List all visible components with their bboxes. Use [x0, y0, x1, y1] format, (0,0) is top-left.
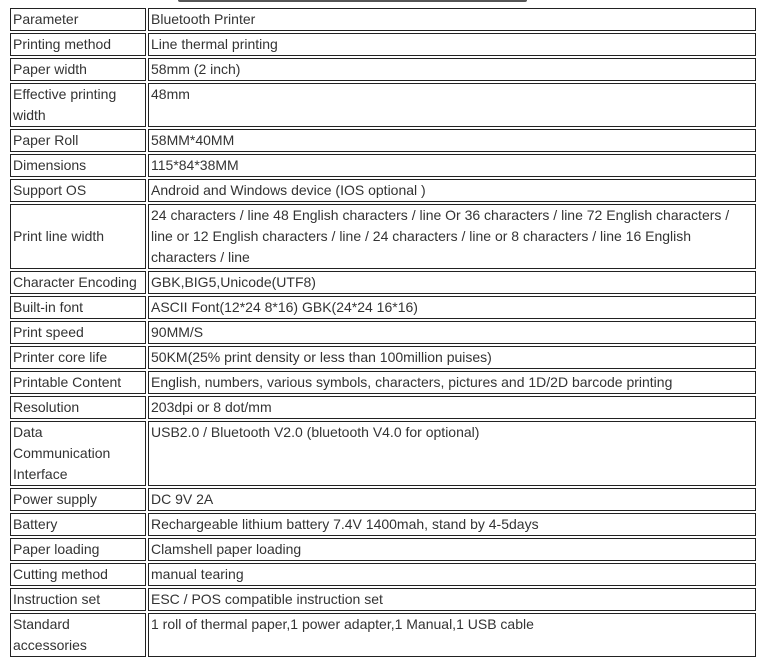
row-value: 50KM(25% print density or less than 100m…: [148, 346, 756, 369]
row-value: ESC / POS compatible instruction set: [148, 588, 756, 611]
table-row: Print line width 24 characters / line 48…: [10, 204, 756, 269]
table-row: Data Communication Interface USB2.0 / Bl…: [10, 421, 756, 486]
row-label: Printable Content: [10, 371, 146, 394]
row-value: Rechargeable lithium battery 7.4V 1400ma…: [148, 513, 756, 536]
row-label: Instruction set: [10, 588, 146, 611]
row-value: 203dpi or 8 dot/mm: [148, 396, 756, 419]
table-row: Parameter Bluetooth Printer: [10, 8, 756, 31]
row-label: Print line width: [10, 204, 146, 269]
table-row: Built-in font ASCII Font(12*24 8*16) GBK…: [10, 296, 756, 319]
table-row: Standard accessories 1 roll of thermal p…: [10, 613, 756, 657]
table-row: Paper Roll 58MM*40MM: [10, 129, 756, 152]
row-label: Support OS: [10, 179, 146, 202]
row-value: 115*84*38MM: [148, 154, 756, 177]
table-row: Power supply DC 9V 2A: [10, 488, 756, 511]
row-label: Battery: [10, 513, 146, 536]
table-row: Cutting method manual tearing: [10, 563, 756, 586]
row-value: Clamshell paper loading: [148, 538, 756, 561]
row-label: Paper Roll: [10, 129, 146, 152]
row-value: GBK,BIG5,Unicode(UTF8): [148, 271, 756, 294]
spec-table: Parameter Bluetooth Printer Printing met…: [8, 6, 758, 659]
top-divider-bar: [178, 0, 527, 2]
table-row: Effective printing width 48mm: [10, 83, 756, 127]
table-row: Paper loading Clamshell paper loading: [10, 538, 756, 561]
table-row: Resolution 203dpi or 8 dot/mm: [10, 396, 756, 419]
row-label: Resolution: [10, 396, 146, 419]
table-row: Paper width 58mm (2 inch): [10, 58, 756, 81]
row-value: 48mm: [148, 83, 756, 127]
row-value: 1 roll of thermal paper,1 power adapter,…: [148, 613, 756, 657]
row-label: Paper width: [10, 58, 146, 81]
row-value: 90MM/S: [148, 321, 756, 344]
row-label: Printing method: [10, 33, 146, 56]
table-row: Printable Content English, numbers, vari…: [10, 371, 756, 394]
row-label: Data Communication Interface: [10, 421, 146, 486]
table-row: Character Encoding GBK,BIG5,Unicode(UTF8…: [10, 271, 756, 294]
table-row: Support OS Android and Windows device (I…: [10, 179, 756, 202]
row-label: Character Encoding: [10, 271, 146, 294]
row-value: manual tearing: [148, 563, 756, 586]
table-row: Dimensions 115*84*38MM: [10, 154, 756, 177]
row-label: Print speed: [10, 321, 146, 344]
row-value: English, numbers, various symbols, chara…: [148, 371, 756, 394]
row-label: Effective printing width: [10, 83, 146, 127]
row-label: Cutting method: [10, 563, 146, 586]
row-label: Printer core life: [10, 346, 146, 369]
row-value: 24 characters / line 48 English characte…: [148, 204, 756, 269]
table-row: Instruction set ESC / POS compatible ins…: [10, 588, 756, 611]
row-label: Paper loading: [10, 538, 146, 561]
row-label: Power supply: [10, 488, 146, 511]
table-row: Battery Rechargeable lithium battery 7.4…: [10, 513, 756, 536]
row-value: 58mm (2 inch): [148, 58, 756, 81]
row-value: ASCII Font(12*24 8*16) GBK(24*24 16*16): [148, 296, 756, 319]
row-value: DC 9V 2A: [148, 488, 756, 511]
row-label: Parameter: [10, 8, 146, 31]
row-value: Bluetooth Printer: [148, 8, 756, 31]
row-value: 58MM*40MM: [148, 129, 756, 152]
row-label: Built-in font: [10, 296, 146, 319]
table-row: Printing method Line thermal printing: [10, 33, 756, 56]
row-label: Dimensions: [10, 154, 146, 177]
row-label: Standard accessories: [10, 613, 146, 657]
row-value: USB2.0 / Bluetooth V2.0 (bluetooth V4.0 …: [148, 421, 756, 486]
table-row: Printer core life 50KM(25% print density…: [10, 346, 756, 369]
table-row: Print speed 90MM/S: [10, 321, 756, 344]
row-value: Line thermal printing: [148, 33, 756, 56]
row-value: Android and Windows device (IOS optional…: [148, 179, 756, 202]
